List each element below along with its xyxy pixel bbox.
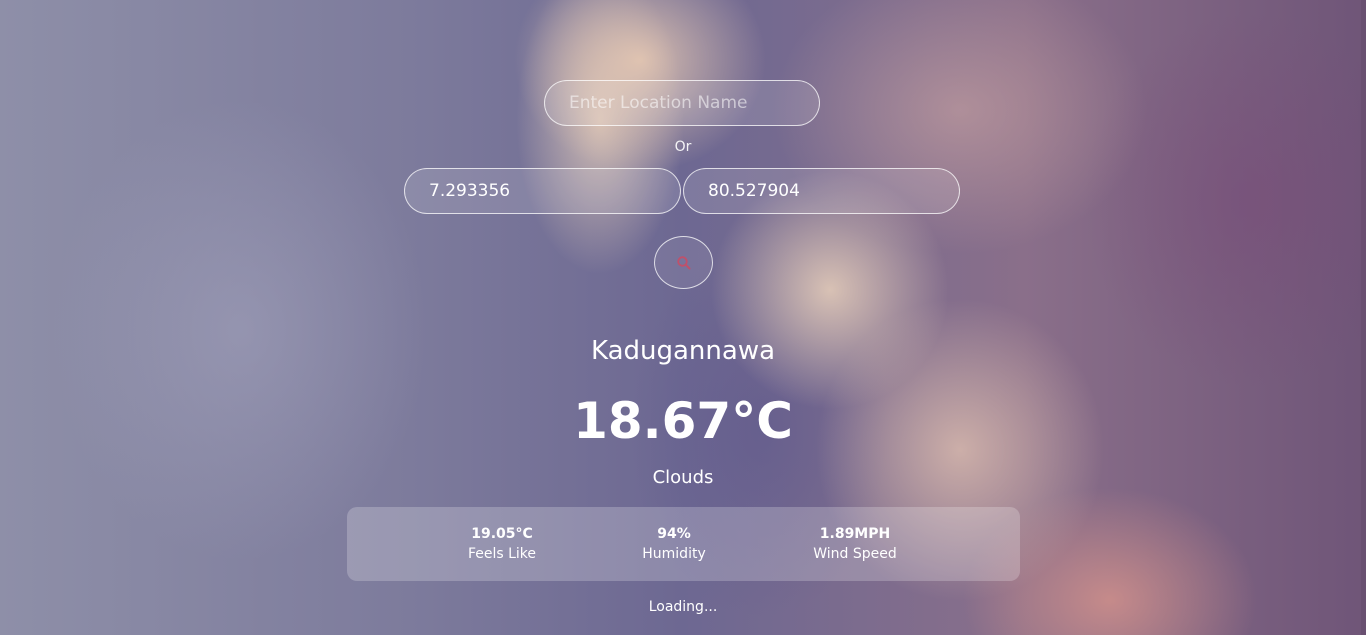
weather-details-panel: 19.05°C Feels Like 94% Humidity 1.89MPH … (347, 507, 1020, 581)
loading-status: Loading... (648, 599, 718, 615)
temperature-value: 18.67°C (573, 392, 793, 450)
latitude-input[interactable] (404, 168, 681, 214)
humidity-label: Humidity (642, 546, 706, 562)
weather-condition: Clouds (652, 467, 714, 488)
humidity-detail: 94% Humidity (594, 525, 754, 565)
wind-speed-label: Wind Speed (813, 546, 897, 562)
city-name: Kadugannawa (590, 336, 776, 366)
feels-like-value: 19.05°C (471, 526, 533, 542)
search-button[interactable] (654, 236, 713, 289)
or-label: Or (674, 139, 692, 155)
page-scrollbar[interactable] (1361, 0, 1366, 635)
search-icon (676, 255, 690, 269)
wind-speed-value: 1.89MPH (819, 526, 891, 542)
wind-speed-detail: 1.89MPH Wind Speed (775, 525, 935, 565)
humidity-value: 94% (657, 526, 691, 542)
feels-like-detail: 19.05°C Feels Like (422, 525, 582, 565)
longitude-input[interactable] (683, 168, 960, 214)
feels-like-label: Feels Like (467, 546, 537, 562)
location-name-input[interactable] (544, 80, 820, 126)
